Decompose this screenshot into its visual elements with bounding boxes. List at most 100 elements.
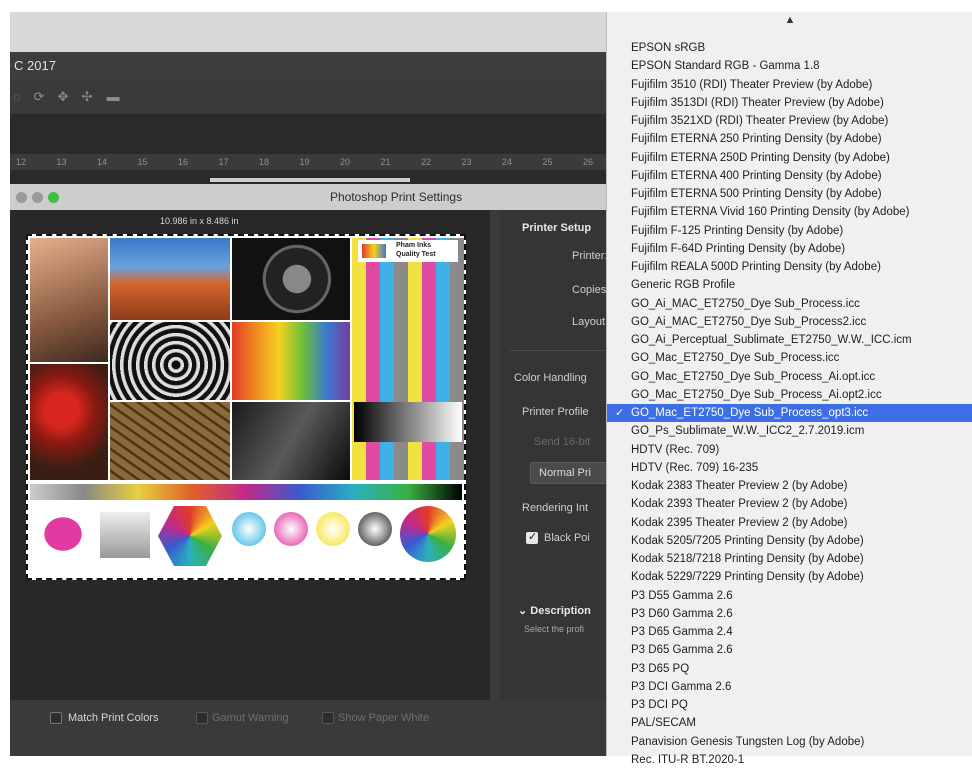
ruler-tick: 21 bbox=[380, 157, 391, 167]
match-print-colors-checkbox[interactable] bbox=[50, 712, 62, 724]
menu-item[interactable]: P3 D65 Gamma 2.4 bbox=[607, 623, 972, 641]
pan-icon[interactable]: ✣ bbox=[80, 90, 94, 104]
menu-item-label: Fujifilm 3510 (RDI) Theater Preview (by … bbox=[631, 78, 873, 91]
menu-item[interactable]: HDTV (Rec. 709) 16-235 bbox=[607, 459, 972, 477]
menu-item-label: Kodak 2383 Theater Preview 2 (by Adobe) bbox=[631, 480, 848, 492]
menu-item[interactable]: Fujifilm 3521XD (RDI) Theater Preview (b… bbox=[607, 112, 972, 130]
menu-item[interactable]: Fujifilm ETERNA 400 Printing Density (by… bbox=[607, 167, 972, 185]
menu-item[interactable]: Fujifilm 3513DI (RDI) Theater Preview (b… bbox=[607, 94, 972, 112]
black-point-checkbox[interactable]: ✓ bbox=[526, 531, 538, 544]
color-handling-heading: Color Handling bbox=[514, 372, 587, 384]
menu-item[interactable]: Kodak 5205/7205 Printing Density (by Ado… bbox=[607, 532, 972, 550]
lasso-icon[interactable]: ◌ bbox=[10, 90, 24, 104]
color-bar-strip bbox=[30, 484, 462, 500]
ruler-tick: 26 bbox=[583, 157, 594, 167]
menu-item[interactable]: Kodak 2395 Theater Preview 2 (by Adobe) bbox=[607, 514, 972, 532]
ruler-tick: 23 bbox=[461, 157, 472, 167]
ruler-tick: 12 bbox=[16, 157, 27, 167]
menu-item[interactable]: Fujifilm ETERNA 500 Printing Density (by… bbox=[607, 185, 972, 203]
photo-arch bbox=[110, 238, 230, 320]
printer-profile-label: Printer Profile bbox=[522, 406, 589, 418]
menu-item-label: Fujifilm ETERNA 250D Printing Density (b… bbox=[631, 151, 890, 164]
paper-size-label: 10.986 in x 8.486 in bbox=[160, 216, 239, 226]
color-test-columns bbox=[352, 238, 464, 480]
scroll-up-arrow-icon[interactable]: ▲ bbox=[607, 14, 972, 26]
menu-item-label: HDTV (Rec. 709) 16-235 bbox=[631, 461, 759, 474]
menu-item[interactable]: Fujifilm F-64D Printing Density (by Adob… bbox=[607, 240, 972, 258]
menu-item-label: GO_Mac_ET2750_Dye Sub_Process_opt3.icc bbox=[631, 407, 869, 419]
photo-portrait bbox=[30, 238, 108, 362]
rotate-icon[interactable]: ⟳ bbox=[32, 90, 46, 104]
menu-item[interactable]: P3 D55 Gamma 2.6 bbox=[607, 587, 972, 605]
menu-item[interactable]: EPSON Standard RGB - Gamma 1.8 bbox=[607, 57, 972, 75]
ruler-tick: 17 bbox=[218, 157, 229, 167]
checkmark-icon: ✓ bbox=[615, 407, 625, 419]
menu-item[interactable]: Fujifilm F-125 Printing Density (by Adob… bbox=[607, 222, 972, 240]
menu-item-label: P3 D65 Gamma 2.6 bbox=[631, 644, 733, 657]
menu-item[interactable]: Panavision Genesis Tungsten Log (by Adob… bbox=[607, 733, 972, 751]
ruler-tick: 22 bbox=[421, 157, 432, 167]
menu-item[interactable]: GO_Ps_Sublimate_W.W._ICC2_2.7.2019.icm bbox=[607, 422, 972, 440]
menu-item[interactable]: Generic RGB Profile bbox=[607, 276, 972, 294]
menu-item[interactable]: P3 D65 Gamma 2.6 bbox=[607, 641, 972, 659]
menu-item[interactable]: GO_Ai_MAC_ET2750_Dye Sub_Process2.icc bbox=[607, 313, 972, 331]
photo-spiral-stairs bbox=[110, 322, 230, 400]
menu-item[interactable]: Fujifilm ETERNA Vivid 160 Printing Densi… bbox=[607, 203, 972, 221]
menu-item[interactable]: GO_Mac_ET2750_Dye Sub_Process_Ai.opt.icc bbox=[607, 368, 972, 386]
menu-item[interactable]: GO_Mac_ET2750_Dye Sub_Process_Ai.opt2.ic… bbox=[607, 386, 972, 404]
menu-item[interactable]: Fujifilm 3510 (RDI) Theater Preview (by … bbox=[607, 76, 972, 94]
print-preview-page[interactable]: Pham Inks Quality Test bbox=[26, 234, 466, 580]
options-toolbar: ◌ ⟳ ✥ ✣ ▬ bbox=[10, 80, 610, 114]
rendering-intent-label: Rendering Int bbox=[522, 502, 589, 514]
ruler-tick: 18 bbox=[259, 157, 270, 167]
move-3d-icon[interactable]: ✥ bbox=[56, 90, 70, 104]
ruler-tick: 24 bbox=[502, 157, 513, 167]
menu-item[interactable]: Kodak 5229/7229 Printing Density (by Ado… bbox=[607, 568, 972, 586]
menu-item-selected[interactable]: ✓ GO_Mac_ET2750_Dye Sub_Process_opt3.icc bbox=[607, 404, 972, 423]
ruler-range-bar bbox=[210, 178, 410, 182]
menu-item[interactable]: P3 DCI PQ bbox=[607, 696, 972, 714]
menu-item[interactable]: Fujifilm ETERNA 250D Printing Density (b… bbox=[607, 149, 972, 167]
printer-profile-menu[interactable]: ▲ EPSON sRGB EPSON Standard RGB - Gamma 1… bbox=[606, 12, 972, 766]
ruler-tick: 13 bbox=[56, 157, 67, 167]
printer-label: Printer: bbox=[572, 250, 608, 262]
menu-item-label: GO_Ps_Sublimate_W.W._ICC2_2.7.2019.icm bbox=[631, 425, 865, 438]
menu-item-label: Kodak 2395 Theater Preview 2 (by Adobe) bbox=[631, 516, 848, 529]
description-heading[interactable]: ⌄ Description bbox=[518, 604, 591, 617]
camera-icon[interactable]: ▬ bbox=[106, 90, 120, 104]
menu-item[interactable]: HDTV (Rec. 709) bbox=[607, 441, 972, 459]
menu-item[interactable]: P3 D60 Gamma 2.6 bbox=[607, 605, 972, 623]
menu-item[interactable]: GO_Ai_MAC_ET2750_Dye Sub_Process.icc bbox=[607, 295, 972, 313]
menu-item[interactable]: Rec. ITU-R BT.2020-1 bbox=[607, 751, 972, 769]
menu-item[interactable]: GO_Mac_ET2750_Dye Sub_Process.icc bbox=[607, 349, 972, 367]
show-paper-white-checkbox[interactable] bbox=[322, 712, 334, 724]
menu-item-label: EPSON sRGB bbox=[631, 42, 706, 54]
menu-item[interactable]: P3 D65 PQ bbox=[607, 660, 972, 678]
butterfly-graphic bbox=[34, 508, 92, 560]
menu-item[interactable]: Fujifilm REALA 500D Printing Density (by… bbox=[607, 258, 972, 276]
menu-item[interactable]: Kodak 2393 Theater Preview 2 (by Adobe) bbox=[607, 495, 972, 513]
menu-item[interactable]: Kodak 2383 Theater Preview 2 (by Adobe) bbox=[607, 477, 972, 495]
menu-item-label: Generic RGB Profile bbox=[631, 279, 736, 292]
close-window-button[interactable] bbox=[16, 192, 27, 203]
zoom-window-button[interactable] bbox=[48, 192, 59, 203]
menu-item[interactable]: P3 DCI Gamma 2.6 bbox=[607, 678, 972, 696]
menu-item[interactable]: Fujifilm ETERNA 250 Printing Density (by… bbox=[607, 130, 972, 148]
grayscale-ramp bbox=[354, 402, 462, 442]
menu-item-label: P3 D65 PQ bbox=[631, 662, 690, 675]
black-point-label: Black Poi bbox=[544, 532, 590, 544]
logo-line1: Pham Inks bbox=[396, 242, 432, 249]
copies-label: Copies: bbox=[572, 284, 610, 296]
photo-car-interior bbox=[232, 238, 350, 320]
menu-item[interactable]: Kodak 5218/7218 Printing Density (by Ado… bbox=[607, 550, 972, 568]
gamut-warning-checkbox[interactable] bbox=[196, 712, 208, 724]
menu-item-label: GO_Ai_Perceptual_Sublimate_ET2750_W.W._I… bbox=[631, 334, 912, 346]
menu-item-label: Fujifilm F-64D Printing Density (by Adob… bbox=[631, 242, 846, 255]
menu-item[interactable]: EPSON sRGB bbox=[607, 39, 972, 57]
ruler-tick: 20 bbox=[340, 157, 351, 167]
menu-item[interactable]: PAL/SECAM bbox=[607, 714, 972, 732]
menu-item[interactable]: GO_Ai_Perceptual_Sublimate_ET2750_W.W._I… bbox=[607, 331, 972, 349]
printer-setup-heading: Printer Setup bbox=[522, 222, 592, 234]
minimize-window-button[interactable] bbox=[32, 192, 43, 203]
menu-item-label: Kodak 5218/7218 Printing Density (by Ado… bbox=[631, 553, 864, 565]
